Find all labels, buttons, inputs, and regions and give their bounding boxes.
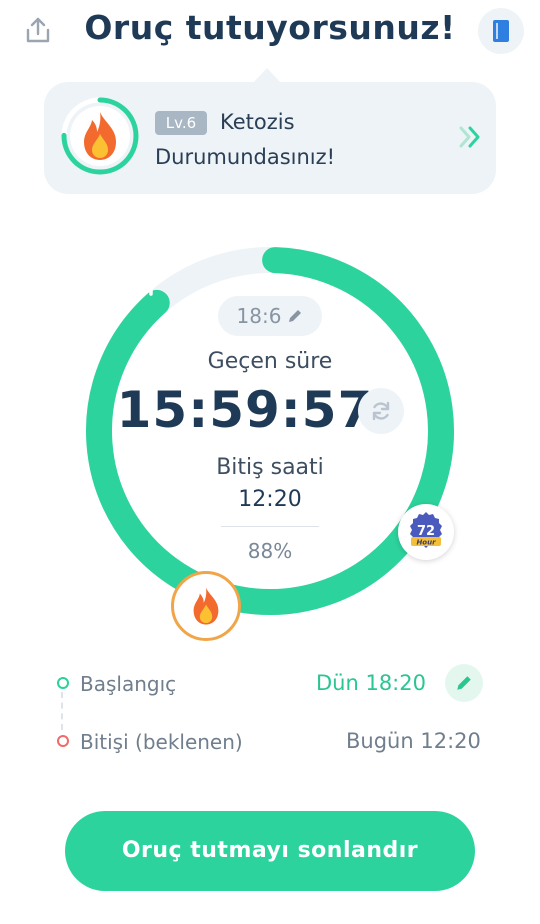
book-icon bbox=[493, 20, 509, 42]
page-title: Oruç tutuyorsunuz! bbox=[84, 8, 456, 47]
fasting-plan-label: 18:6 bbox=[236, 304, 282, 328]
badge-caption: Hour bbox=[416, 539, 436, 547]
status-line-1: Ketozis bbox=[220, 110, 295, 134]
badge-72-icon: 72 Hour bbox=[410, 512, 442, 548]
timeline-connector bbox=[61, 692, 63, 730]
elapsed-label: Geçen süre bbox=[207, 349, 333, 374]
card-pointer bbox=[253, 68, 281, 83]
end-time-value: 12:20 bbox=[238, 487, 302, 512]
start-dot bbox=[57, 677, 69, 689]
progress-percent: 88% bbox=[247, 539, 293, 563]
expected-end-value: Bugün 12:20 bbox=[346, 729, 481, 753]
end-dot bbox=[57, 735, 69, 747]
current-stage-marker[interactable] bbox=[171, 571, 241, 641]
end-fast-button[interactable]: Oruç tutmayı sonlandır bbox=[65, 811, 475, 891]
status-line-2: Durumundasınız! bbox=[155, 145, 336, 169]
book-button[interactable] bbox=[478, 8, 524, 54]
expected-end-label: Bitişi (beklenen) bbox=[80, 730, 243, 754]
fasting-plan-pill[interactable]: 18:6 bbox=[218, 296, 322, 336]
start-value: Dün 18:20 bbox=[316, 671, 426, 695]
72-hour-badge[interactable]: 72 Hour bbox=[398, 504, 454, 560]
level-badge: Lv.6 bbox=[155, 111, 207, 135]
fire-icon bbox=[193, 587, 219, 625]
divider bbox=[221, 526, 319, 527]
fire-icon bbox=[78, 110, 122, 166]
refresh-button[interactable] bbox=[358, 388, 404, 434]
arrow-up-right-icon bbox=[138, 283, 153, 298]
edit-start-button[interactable] bbox=[445, 664, 483, 702]
start-label: Başlangıç bbox=[80, 672, 177, 696]
end-time-label: Bitiş saati bbox=[216, 455, 324, 480]
double-chevron-right-icon[interactable] bbox=[456, 122, 486, 152]
elapsed-time: 15:59:57 bbox=[116, 381, 374, 439]
pencil-icon bbox=[457, 676, 471, 690]
badge-number: 72 bbox=[417, 524, 435, 539]
refresh-icon bbox=[372, 401, 390, 421]
pencil-icon bbox=[289, 310, 302, 322]
